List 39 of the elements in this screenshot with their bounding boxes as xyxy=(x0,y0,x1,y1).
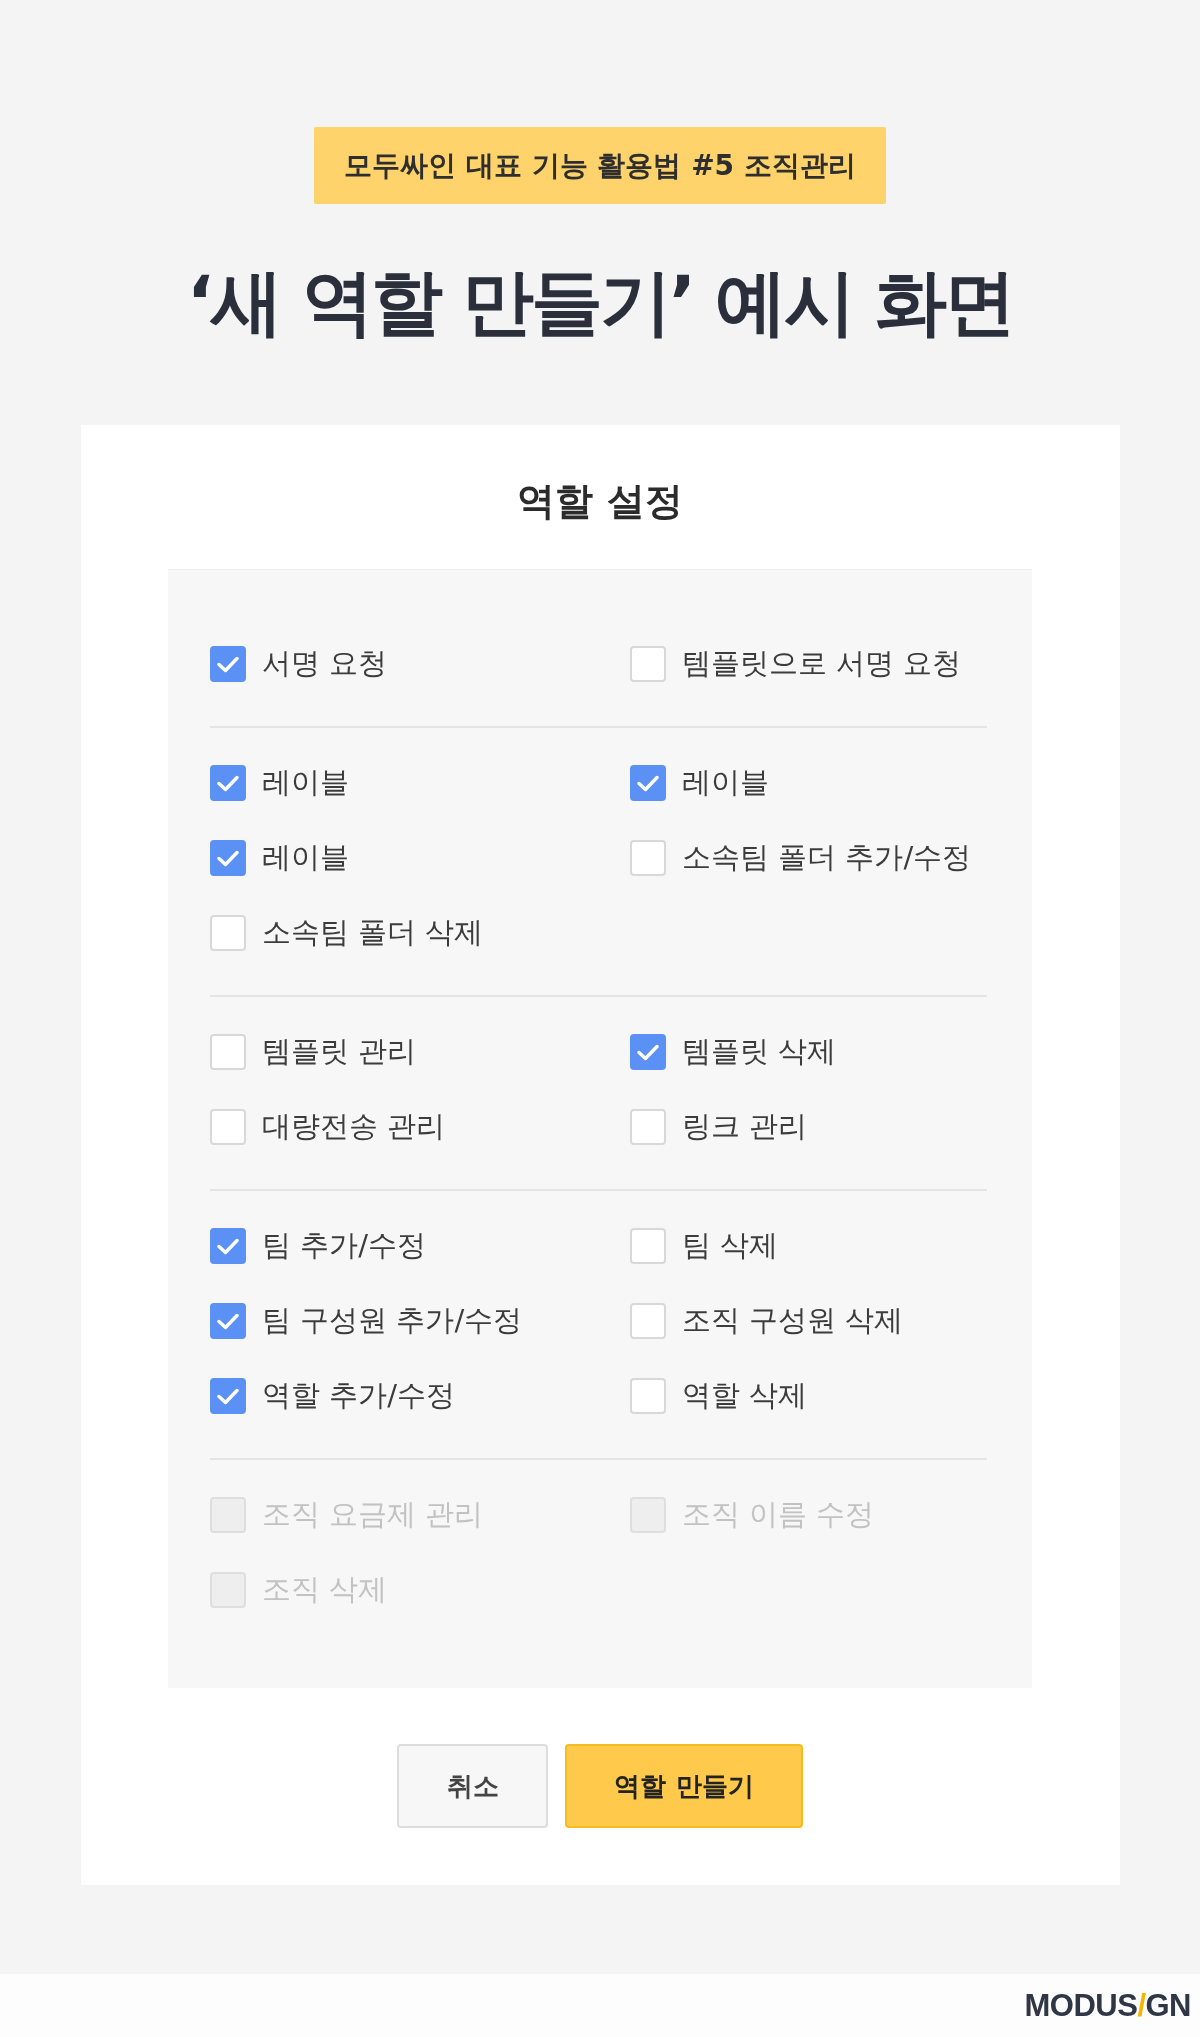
checkbox-label: 레이블 xyxy=(262,839,349,876)
checkbox[interactable] xyxy=(210,646,246,682)
checkmark-icon xyxy=(637,1043,659,1061)
checkbox-label: 링크 관리 xyxy=(682,1108,808,1145)
checkbox[interactable] xyxy=(630,765,666,801)
checkbox-label: 레이블 xyxy=(682,764,769,801)
checkbox-label: 소속팀 폴더 추가/수정 xyxy=(682,839,972,876)
page-headline: ‘새 역할 만들기’ 예시 화면 xyxy=(186,259,1014,346)
cancel-button[interactable]: 취소 xyxy=(397,1744,548,1828)
checkbox-label: 소속팀 폴더 삭제 xyxy=(262,914,484,951)
checkmark-icon xyxy=(217,1312,239,1330)
checkbox-label: 팀 구성원 추가/수정 xyxy=(262,1302,523,1339)
checkbox-label: 템플릿 삭제 xyxy=(682,1033,837,1070)
checkbox-label: 템플릿 관리 xyxy=(262,1033,417,1070)
checkmark-icon xyxy=(217,1387,239,1405)
checkbox[interactable] xyxy=(210,1228,246,1264)
checkbox[interactable] xyxy=(210,765,246,801)
checkbox-label: 팀 삭제 xyxy=(682,1227,779,1264)
checkbox[interactable] xyxy=(630,1034,666,1070)
checkbox-label: 대량전송 관리 xyxy=(262,1108,446,1145)
checkmark-icon xyxy=(217,774,239,792)
series-tag: 모두싸인 대표 기능 활용법 #5 조직관리 xyxy=(314,127,886,204)
create-role-button[interactable]: 역할 만들기 xyxy=(565,1744,803,1828)
checkbox-label: 서명 요청 xyxy=(262,645,388,682)
checkbox[interactable] xyxy=(210,840,246,876)
checkmark-icon xyxy=(217,655,239,673)
checkbox-label: 역할 삭제 xyxy=(682,1377,808,1414)
brand-logo: MODUS/GN xyxy=(1024,1987,1191,2024)
checkbox[interactable] xyxy=(210,1303,246,1339)
checkmark-icon xyxy=(637,774,659,792)
dialog-title: 역할 설정 xyxy=(517,478,683,525)
checkmark-icon xyxy=(217,849,239,867)
checkbox[interactable] xyxy=(210,1378,246,1414)
checkbox-label: 레이블 xyxy=(262,764,349,801)
checkbox-label: 조직 구성원 삭제 xyxy=(682,1302,904,1339)
checkbox-label: 팀 추가/수정 xyxy=(262,1227,426,1264)
checkbox-label: 템플릿으로 서명 요청 xyxy=(682,645,962,682)
checkmark-icon xyxy=(217,1237,239,1255)
checkbox-label: 역할 추가/수정 xyxy=(262,1377,455,1414)
